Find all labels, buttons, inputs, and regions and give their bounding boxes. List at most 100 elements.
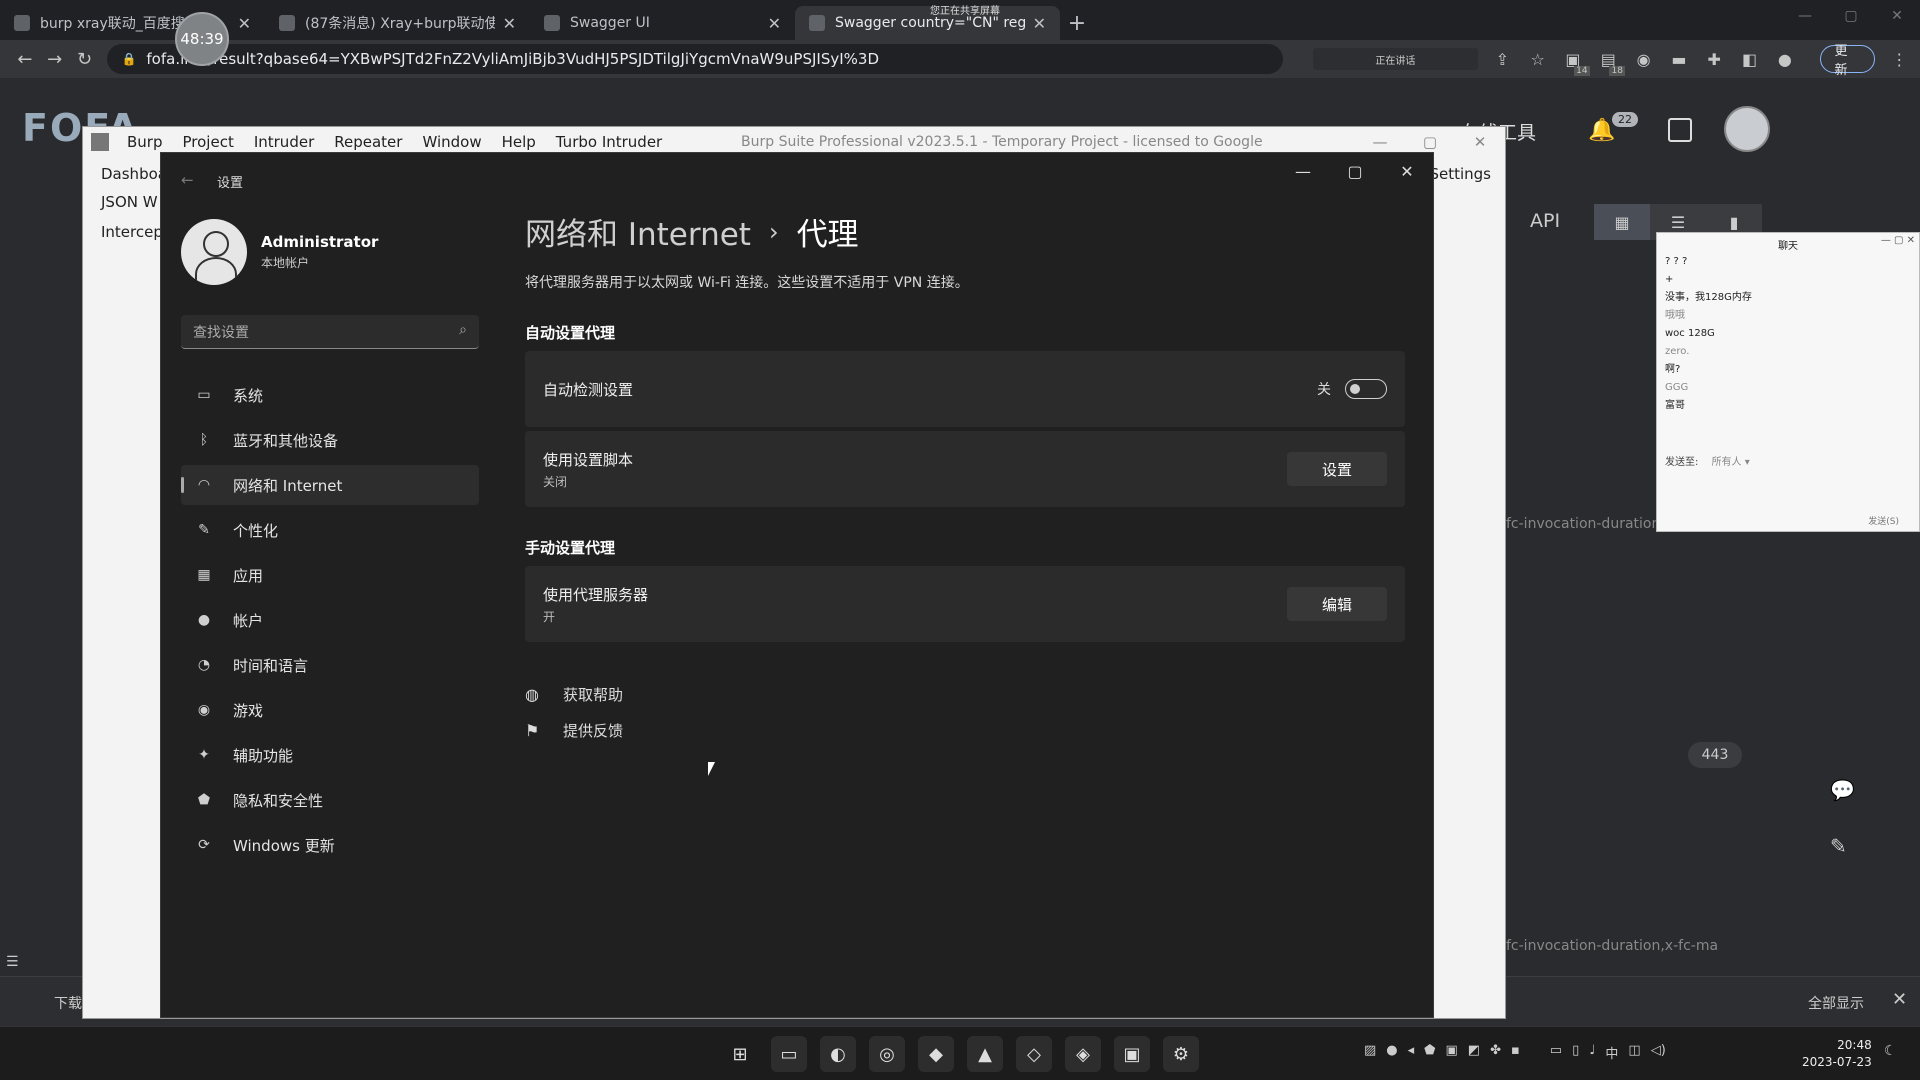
tray-icon[interactable]: ▣ bbox=[1445, 1043, 1457, 1062]
maximize-icon[interactable]: ▢ bbox=[1329, 153, 1381, 189]
new-tab-button[interactable]: + bbox=[1060, 6, 1094, 40]
system-clock[interactable]: 20:48 2023-07-23 bbox=[1802, 1037, 1872, 1071]
browser-tab-active[interactable]: Swagger country="CN" region=" ✕ bbox=[795, 6, 1060, 40]
tray-icon[interactable]: ▪ bbox=[1511, 1043, 1520, 1062]
nav-item-gaming[interactable]: ◉ 游戏 bbox=[181, 690, 479, 730]
share-icon[interactable]: ⇪ bbox=[1492, 48, 1513, 70]
sidebar-icon[interactable]: ◧ bbox=[1739, 48, 1760, 70]
minimize-icon[interactable]: — bbox=[1782, 0, 1828, 32]
close-icon[interactable]: ✕ bbox=[1892, 989, 1907, 1010]
browser-tab[interactable]: Swagger UI ✕ bbox=[530, 6, 795, 40]
nav-item-bluetooth[interactable]: ᛒ 蓝牙和其他设备 bbox=[181, 420, 479, 460]
menu-help[interactable]: Help bbox=[502, 133, 536, 151]
mic-icon[interactable]: ♩ bbox=[1589, 1043, 1595, 1062]
nav-item-personalization[interactable]: ✎ 个性化 bbox=[181, 510, 479, 550]
breadcrumb-parent[interactable]: 网络和 Internet bbox=[525, 209, 751, 254]
tray-icon[interactable]: ✤ bbox=[1490, 1043, 1501, 1062]
ime-indicator[interactable]: 中 bbox=[1605, 1043, 1618, 1062]
edge-icon[interactable]: ◐ bbox=[820, 1036, 856, 1072]
list-icon[interactable]: ☰ bbox=[6, 954, 19, 970]
extension-icon[interactable]: ▬ bbox=[1668, 48, 1689, 70]
puzzle-icon[interactable]: ✚ bbox=[1704, 48, 1725, 70]
nav-item-privacy[interactable]: ⬟ 隐私和安全性 bbox=[181, 780, 479, 820]
menu-project[interactable]: Project bbox=[183, 133, 234, 151]
back-arrow-icon[interactable]: ← bbox=[10, 43, 40, 75]
menu-kebab-icon[interactable]: ⋮ bbox=[1889, 48, 1910, 70]
extension-icon[interactable]: ▣ 14 bbox=[1562, 48, 1590, 76]
menu-window[interactable]: Window bbox=[422, 133, 481, 151]
tab-dashboard[interactable]: Dashboa bbox=[101, 165, 167, 183]
volume-icon[interactable]: ◁) bbox=[1651, 1043, 1666, 1062]
settings-button[interactable]: Settings bbox=[1429, 165, 1491, 183]
update-button[interactable]: 更新 bbox=[1819, 44, 1875, 78]
search-input[interactable]: 查找设置 ⌕ bbox=[181, 315, 479, 349]
menu-intruder[interactable]: Intruder bbox=[254, 133, 314, 151]
setup-button[interactable]: 设置 bbox=[1287, 452, 1387, 486]
edit-icon[interactable]: ✎ bbox=[1830, 834, 1847, 858]
grid-view-icon[interactable]: ▦ bbox=[1594, 204, 1650, 240]
tab-intercept[interactable]: Intercept bbox=[101, 223, 169, 241]
profile-icon[interactable]: ● bbox=[1774, 48, 1795, 70]
tab-json-web-tokens[interactable]: JSON W bbox=[101, 193, 158, 211]
wechat-icon[interactable]: 💬 bbox=[1830, 778, 1855, 802]
close-icon[interactable]: ✕ bbox=[1381, 153, 1433, 189]
tray-icon[interactable]: ● bbox=[1386, 1043, 1397, 1062]
chat-window-controls[interactable]: — ▢ ✕ bbox=[1881, 235, 1915, 246]
nav-item-apps[interactable]: ▦ 应用 bbox=[181, 555, 479, 595]
tray-icon[interactable]: ▨ bbox=[1364, 1043, 1376, 1062]
send-to-select[interactable]: 所有人 bbox=[1712, 457, 1742, 468]
tab-close-icon[interactable]: ✕ bbox=[768, 14, 781, 33]
maximize-icon[interactable]: ▢ bbox=[1828, 0, 1874, 32]
nav-item-accounts[interactable]: ● 帐户 bbox=[181, 600, 479, 640]
send-button[interactable]: 发送(S) bbox=[1868, 514, 1899, 527]
edit-button[interactable]: 编辑 bbox=[1287, 587, 1387, 621]
menu-turbo-intruder[interactable]: Turbo Intruder bbox=[556, 133, 662, 151]
app-icon[interactable]: ◆ bbox=[918, 1036, 954, 1072]
menu-repeater[interactable]: Repeater bbox=[334, 133, 402, 151]
forward-arrow-icon[interactable]: → bbox=[40, 43, 70, 75]
extension-icon[interactable]: ◉ bbox=[1633, 48, 1654, 70]
app-icon[interactable]: ◈ bbox=[1065, 1036, 1101, 1072]
app-icon[interactable]: ◇ bbox=[1016, 1036, 1052, 1072]
translate-icon[interactable] bbox=[1668, 118, 1692, 142]
feedback-link[interactable]: ⚑ 提供反馈 bbox=[525, 712, 1405, 748]
api-link[interactable]: API bbox=[1530, 210, 1560, 232]
moon-icon[interactable]: ☾ bbox=[1884, 1043, 1897, 1059]
settings-gear-icon[interactable]: ⚙ bbox=[1163, 1036, 1199, 1072]
nav-item-windows-update[interactable]: ⟳ Windows 更新 bbox=[181, 825, 479, 865]
tray-icon[interactable]: ◩ bbox=[1468, 1043, 1480, 1062]
download-label[interactable]: 下载 bbox=[54, 993, 82, 1013]
auto-detect-toggle[interactable] bbox=[1345, 379, 1387, 399]
nav-item-network[interactable]: ◠ 网络和 Internet bbox=[181, 465, 479, 505]
start-menu-icon[interactable]: ⊞ bbox=[722, 1036, 758, 1072]
avatar[interactable] bbox=[1724, 106, 1770, 152]
browser-tab[interactable]: (87条消息) Xray+burp联动使用 ✕ bbox=[265, 6, 530, 40]
tab-close-icon[interactable]: ✕ bbox=[238, 14, 251, 33]
extension-icon[interactable]: ▤ 18 bbox=[1598, 48, 1625, 76]
close-icon[interactable]: ✕ bbox=[1455, 127, 1505, 157]
get-help-link[interactable]: ◍ 获取帮助 bbox=[525, 676, 1405, 712]
show-all-button[interactable]: 全部显示 bbox=[1808, 993, 1864, 1013]
nav-item-accessibility[interactable]: ✦ 辅助功能 bbox=[181, 735, 479, 775]
file-explorer-icon[interactable]: ▭ bbox=[771, 1036, 807, 1072]
shield-icon[interactable]: ⬟ bbox=[1424, 1043, 1435, 1062]
bell-icon[interactable]: 🔔 bbox=[1588, 118, 1615, 143]
minimize-icon[interactable]: — bbox=[1277, 153, 1329, 189]
tab-close-icon[interactable]: ✕ bbox=[503, 14, 516, 33]
tab-close-icon[interactable]: ✕ bbox=[1033, 14, 1046, 33]
display-icon[interactable]: ◫ bbox=[1628, 1043, 1640, 1062]
close-icon[interactable]: ✕ bbox=[1874, 0, 1920, 32]
battery-icon[interactable]: ▯ bbox=[1572, 1043, 1579, 1062]
app-icon[interactable]: ▲ bbox=[967, 1036, 1003, 1072]
bookmark-star-icon[interactable]: ☆ bbox=[1527, 48, 1548, 70]
burp-icon[interactable]: ▣ bbox=[1114, 1036, 1150, 1072]
nav-item-time-language[interactable]: ◔ 时间和语言 bbox=[181, 645, 479, 685]
network-icon[interactable]: ▭ bbox=[1550, 1043, 1562, 1062]
url-input[interactable]: 🔒 fofa.info/result?qbase64=YXBwPSJTd2FnZ… bbox=[107, 44, 1283, 74]
tray-icon[interactable]: ◂ bbox=[1408, 1043, 1415, 1062]
reload-icon[interactable]: ↻ bbox=[70, 43, 100, 75]
user-profile[interactable]: Administrator 本地帐户 bbox=[181, 219, 378, 285]
chrome-icon[interactable]: ◎ bbox=[869, 1036, 905, 1072]
nav-item-system[interactable]: ▭ 系统 bbox=[181, 375, 479, 415]
menu-burp[interactable]: Burp bbox=[127, 133, 163, 151]
